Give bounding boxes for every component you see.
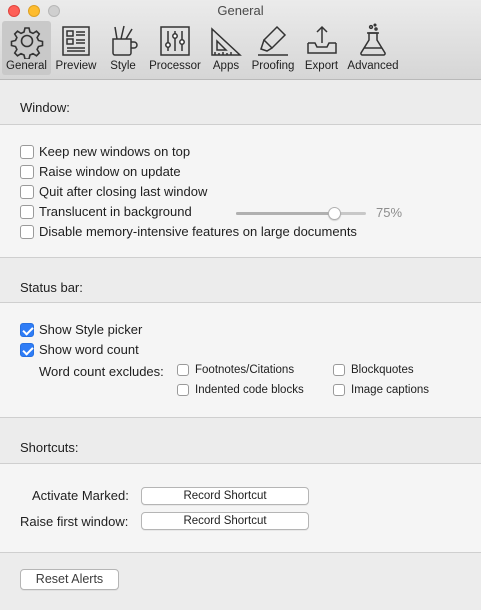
keep-on-top-option[interactable]: Keep new windows on top [20,144,190,159]
status-section-header: Status bar: [20,280,83,295]
highlighter-icon [258,25,288,56]
tab-general[interactable]: General [2,21,51,75]
quit-after-close-label: Quit after closing last window [39,184,208,199]
tab-export-label: Export [304,60,339,72]
shortcuts-section-header: Shortcuts: [20,440,79,455]
tab-preview-label: Preview [55,60,97,72]
reset-alerts-button[interactable]: Reset Alerts [20,569,119,590]
set-square-icon [211,27,242,56]
pencil-cup-icon [112,25,138,56]
exclude-code-blocks-checkbox[interactable] [177,384,189,396]
exclude-image-captions-option[interactable]: Image captions [333,384,429,396]
tab-proofing[interactable]: Proofing [247,21,299,75]
disable-memory-label: Disable memory-intensive features on lar… [39,224,357,239]
translucency-slider[interactable] [236,207,366,220]
title-bar: General General Preview Style Processor … [0,0,481,80]
word-count-excludes-label: Word count excludes: [39,364,164,379]
tab-style[interactable]: Style [101,21,145,75]
tab-general-label: General [6,60,47,72]
show-style-picker-label: Show Style picker [39,322,143,337]
translucent-option[interactable]: Translucent in background [20,204,192,219]
exclude-footnotes-option[interactable]: Footnotes/Citations [177,364,294,376]
quit-after-close-checkbox[interactable] [20,184,34,199]
tab-apps-label: Apps [212,60,240,72]
exclude-code-blocks-option[interactable]: Indented code blocks [177,384,304,396]
quit-after-close-option[interactable]: Quit after closing last window [20,184,207,199]
exclude-code-blocks-label: Indented code blocks [195,384,304,396]
activate-marked-label: Activate Marked: [32,488,129,503]
sliders-icon [160,26,190,56]
tab-advanced[interactable]: Advanced [344,21,402,75]
raise-on-update-label: Raise window on update [39,164,181,179]
translucent-label: Translucent in background [39,204,192,219]
exclude-blockquotes-label: Blockquotes [351,364,414,376]
raise-first-window-label: Raise first window: [20,514,129,529]
disable-memory-checkbox[interactable] [20,224,34,239]
show-word-count-option[interactable]: Show word count [20,342,139,357]
gear-icon [10,27,43,59]
tab-processor-label: Processor [149,60,201,72]
disable-memory-option[interactable]: Disable memory-intensive features on lar… [20,224,357,239]
exclude-footnotes-label: Footnotes/Citations [195,364,295,376]
window-section-header: Window: [20,100,70,115]
exclude-blockquotes-option[interactable]: Blockquotes [333,364,414,376]
exclude-image-captions-label: Image captions [351,384,429,396]
document-preview-icon [62,26,90,56]
shortcuts-section-box [0,463,481,553]
tab-export[interactable]: Export [299,21,344,75]
export-tray-icon [306,25,337,54]
show-style-picker-checkbox[interactable] [20,322,34,337]
record-activate-shortcut-button[interactable]: Record Shortcut [141,487,309,505]
window-title: General [217,3,264,18]
raise-on-update-option[interactable]: Raise window on update [20,164,181,179]
flask-icon [360,23,386,56]
translucency-slider-fill [236,212,334,215]
tab-style-label: Style [110,60,136,72]
tab-proofing-label: Proofing [251,60,295,72]
exclude-blockquotes-checkbox[interactable] [333,364,345,376]
record-raise-shortcut-button[interactable]: Record Shortcut [141,512,309,530]
exclude-image-captions-checkbox[interactable] [333,384,345,396]
translucency-slider-knob[interactable] [327,207,341,220]
show-word-count-label: Show word count [39,342,139,357]
preferences-toolbar: General Preview Style Processor Apps Pro… [2,21,402,78]
keep-on-top-label: Keep new windows on top [39,144,191,159]
translucency-value: 75% [376,205,403,220]
exclude-footnotes-checkbox[interactable] [177,364,189,376]
raise-on-update-checkbox[interactable] [20,164,34,179]
show-word-count-checkbox[interactable] [20,342,34,357]
show-style-picker-option[interactable]: Show Style picker [20,322,142,337]
status-section-box [0,302,481,418]
tab-advanced-label: Advanced [347,60,399,72]
tab-processor[interactable]: Processor [145,21,205,75]
keep-on-top-checkbox[interactable] [20,144,34,159]
translucent-checkbox[interactable] [20,204,34,219]
tab-apps[interactable]: Apps [205,21,247,75]
tab-preview[interactable]: Preview [51,21,101,75]
